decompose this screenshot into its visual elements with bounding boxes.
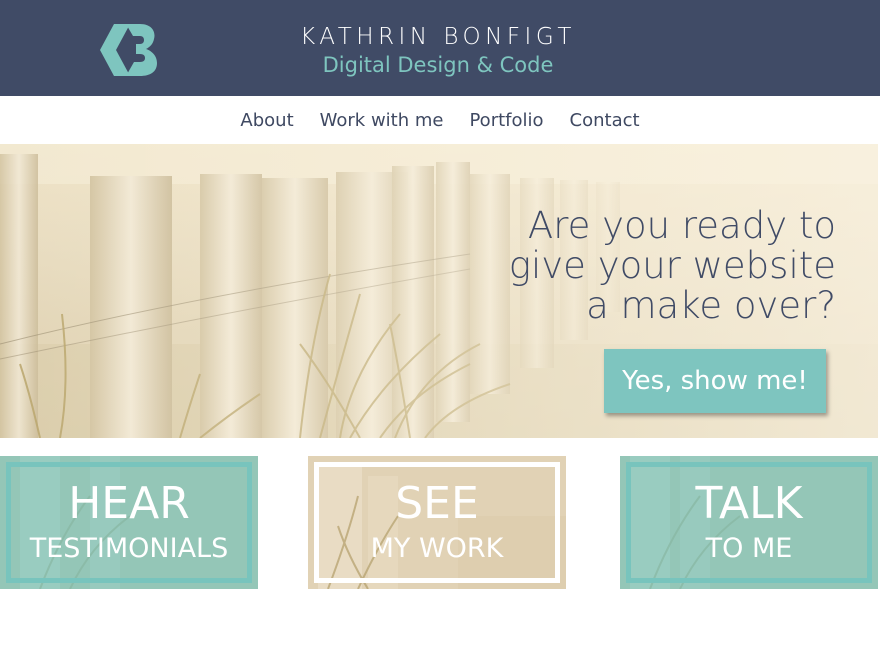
hero-heading-line: give your website (508, 244, 836, 287)
tile-testimonials[interactable]: HEAR TESTIMONIALS (0, 456, 258, 589)
show-me-button[interactable]: Yes, show me! (604, 349, 826, 413)
tile-title: SEE (395, 478, 479, 529)
nav-portfolio[interactable]: Portfolio (469, 110, 543, 131)
tile-subtitle: MY WORK (370, 533, 504, 564)
tile-portfolio[interactable]: SEE MY WORK (308, 456, 566, 589)
nav-work-with-me[interactable]: Work with me (320, 110, 444, 131)
hero-banner: Are you ready to give your website a mak… (0, 144, 878, 438)
nav-about[interactable]: About (240, 110, 293, 131)
brand-name: KATHRIN BONFIGT (300, 24, 576, 50)
tile-contact[interactable]: TALK TO ME (620, 456, 878, 589)
hero-heading-line: Are you ready to (527, 204, 836, 247)
tile-subtitle: TESTIMONIALS (29, 533, 229, 564)
brand-block[interactable]: KATHRIN BONFIGT Digital Design & Code (276, 22, 600, 78)
nav-contact[interactable]: Contact (570, 110, 640, 131)
tile-title: HEAR (68, 478, 190, 529)
hero-heading: Are you ready to give your website a mak… (509, 206, 836, 326)
hero-heading-line: a make over? (586, 284, 836, 327)
tile-title: TALK (695, 478, 803, 529)
main-nav: About Work with me Portfolio Contact (0, 96, 880, 144)
site-header: KATHRIN BONFIGT Digital Design & Code (0, 0, 880, 96)
kb-logo-icon[interactable] (100, 22, 158, 78)
tile-subtitle: TO ME (705, 533, 793, 564)
brand-tagline: Digital Design & Code (322, 53, 554, 77)
